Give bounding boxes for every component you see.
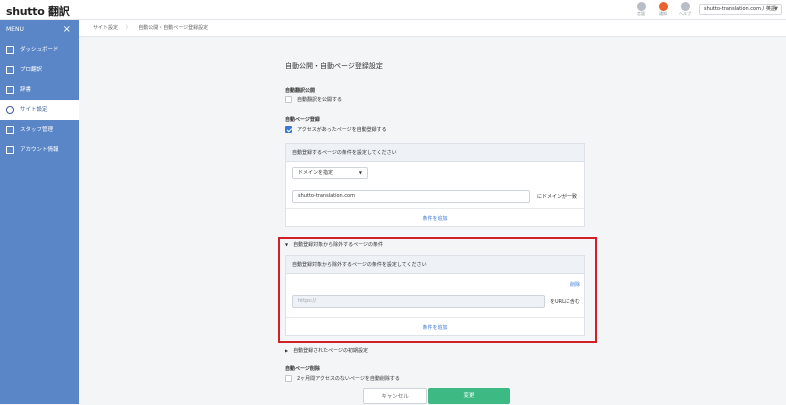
- domain-language-select[interactable]: shutto-translation.com / 英語 ▼: [699, 4, 782, 15]
- menu-label: MENU: [6, 26, 24, 33]
- chevron-down-icon: ▼: [358, 170, 362, 175]
- settings-page: 自動公開・自動ページ登録設定 自動翻訳公開 自動翻訳を公開する 自動ページ登録 …: [269, 37, 599, 404]
- auto-delete-label: 自動ページ削除: [285, 366, 320, 372]
- chevron-down-icon: ▼: [774, 6, 778, 12]
- auto-publish-checkbox[interactable]: [285, 96, 292, 103]
- menu-header: MENU ×: [0, 20, 79, 40]
- help-icon[interactable]: ヘルプ: [675, 2, 695, 17]
- condition-type-select[interactable]: ドメインを指定 ▼: [292, 167, 368, 179]
- sidebar: MENU × ダッシュボード プロ翻訳 辞書 サイト設定 スタッフ管理 アカウン…: [0, 20, 79, 404]
- sidebar-item-pro-translation[interactable]: プロ翻訳: [0, 60, 79, 80]
- cancel-button[interactable]: キャンセル: [363, 388, 427, 404]
- users-icon: [6, 126, 14, 134]
- auto-publish-label: 自動翻訳公開: [285, 88, 316, 94]
- sidebar-item-account[interactable]: アカウント情報: [0, 140, 79, 160]
- main-content: 自動公開・自動ページ登録設定 自動翻訳公開 自動翻訳を公開する 自動ページ登録 …: [79, 37, 786, 404]
- chevron-right-icon: 〉: [125, 25, 131, 31]
- save-button[interactable]: 変更: [428, 388, 510, 404]
- home-icon: [6, 46, 14, 54]
- divider: [286, 208, 584, 209]
- register-conditions-panel: 自動登録するページの条件を設定してください ドメインを指定 ▼ shutto-t…: [285, 143, 585, 227]
- gear-icon: [6, 106, 14, 114]
- add-condition-link[interactable]: 条件を追加: [286, 215, 584, 222]
- domain-match-suffix: にドメインが一致: [537, 194, 578, 200]
- sidebar-item-staff[interactable]: スタッフ管理: [0, 120, 79, 140]
- auto-publish-checkbox-row[interactable]: 自動翻訳を公開する: [285, 96, 342, 106]
- auto-delete-checkbox-row[interactable]: 2ヶ月間アクセスのないページを自動削除する: [285, 375, 400, 385]
- initial-settings-toggle[interactable]: ▶ 自動登録されたページの初期設定: [285, 347, 368, 354]
- app-logo[interactable]: shutto 翻訳: [6, 3, 70, 19]
- sidebar-item-dictionary[interactable]: 辞書: [0, 80, 79, 100]
- globe-icon[interactable]: 言語: [631, 2, 651, 17]
- triangle-right-icon: ▶: [285, 348, 289, 353]
- sidebar-item-dashboard[interactable]: ダッシュボード: [0, 40, 79, 60]
- auto-register-checkbox-row[interactable]: アクセスがあったページを自動登録する: [285, 126, 387, 136]
- domain-input[interactable]: shutto-translation.com: [292, 190, 530, 203]
- auto-register-label: 自動ページ登録: [285, 117, 320, 123]
- highlight-box: [278, 237, 597, 343]
- breadcrumb: サイト設定 〉 自動公開・自動ページ登録設定: [79, 20, 786, 37]
- auto-register-checkbox[interactable]: [285, 126, 292, 133]
- page-title: 自動公開・自動ページ登録設定: [285, 62, 383, 70]
- top-bar: shutto 翻訳 言語 通知 ヘルプ shutto-translation.c…: [0, 0, 786, 20]
- breadcrumb-root[interactable]: サイト設定: [93, 25, 118, 31]
- auto-delete-checkbox[interactable]: [285, 375, 292, 382]
- document-icon: [6, 66, 14, 74]
- sidebar-item-site-settings[interactable]: サイト設定: [0, 100, 79, 120]
- book-icon: [6, 86, 14, 94]
- breadcrumb-current: 自動公開・自動ページ登録設定: [138, 25, 209, 31]
- notification-icon[interactable]: 通知: [653, 2, 673, 17]
- register-conditions-header: 自動登録するページの条件を設定してください: [286, 144, 584, 162]
- account-icon: [6, 146, 14, 154]
- close-icon[interactable]: ×: [63, 20, 71, 40]
